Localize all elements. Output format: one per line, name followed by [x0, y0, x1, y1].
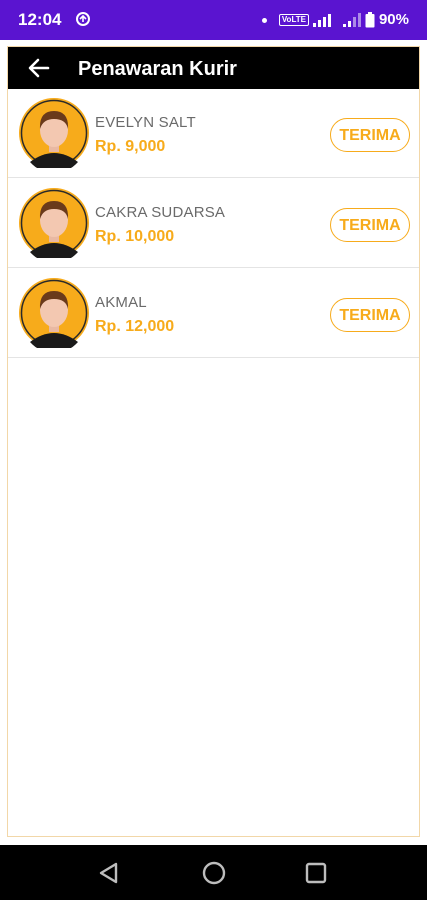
- accept-button[interactable]: TERIMA: [330, 298, 410, 332]
- square-recents-icon[interactable]: [303, 860, 329, 886]
- status-time: 12:04: [18, 10, 62, 29]
- accept-button[interactable]: TERIMA: [330, 118, 410, 152]
- battery-icon: [365, 12, 375, 28]
- courier-avatar-icon: [19, 98, 89, 168]
- accept-button[interactable]: TERIMA: [330, 208, 410, 242]
- data-saver-icon: [76, 12, 90, 26]
- courier-price: Rp. 12,000: [95, 318, 175, 335]
- triangle-back-icon[interactable]: [96, 860, 122, 886]
- circle-home-icon[interactable]: [201, 860, 227, 886]
- app-frame: Penawaran Kurir EVELYN SALT Rp. 9,000 TE…: [7, 46, 420, 837]
- volte-badge: VoLTE: [278, 14, 309, 26]
- status-right-icons: VoLTE 90%: [261, 10, 409, 30]
- notification-dot-icon: [261, 17, 267, 23]
- courier-offer-item: CAKRA SUDARSA Rp. 10,000 TERIMA: [8, 179, 419, 268]
- system-navigation-bar: [0, 845, 427, 900]
- cell-signal-icon: [342, 13, 361, 27]
- courier-offer-item: AKMAL Rp. 12,000 TERIMA: [8, 269, 419, 358]
- page-title: Penawaran Kurir: [78, 58, 237, 80]
- courier-name: AKMAL: [95, 294, 147, 311]
- courier-offer-item: EVELYN SALT Rp. 9,000 TERIMA: [8, 89, 419, 178]
- wifi-signal-icon: [312, 14, 331, 27]
- courier-name: CAKRA SUDARSA: [95, 204, 226, 221]
- courier-name: EVELYN SALT: [95, 114, 196, 131]
- courier-avatar-icon: [19, 278, 89, 348]
- toolbar: Penawaran Kurir: [8, 47, 419, 89]
- status-bar: 12:04 VoLTE 90%: [0, 0, 427, 40]
- courier-offer-list: EVELYN SALT Rp. 9,000 TERIMA CAKRA SUDAR…: [8, 89, 419, 359]
- courier-price: Rp. 10,000: [95, 228, 175, 245]
- courier-price: Rp. 9,000: [95, 138, 166, 155]
- screen: 12:04 VoLTE 90% Penawaran Kurir EVELYN S…: [0, 0, 427, 900]
- arrow-left-icon[interactable]: [26, 55, 52, 81]
- courier-avatar-icon: [19, 188, 89, 258]
- battery-percentage: 90%: [378, 11, 409, 28]
